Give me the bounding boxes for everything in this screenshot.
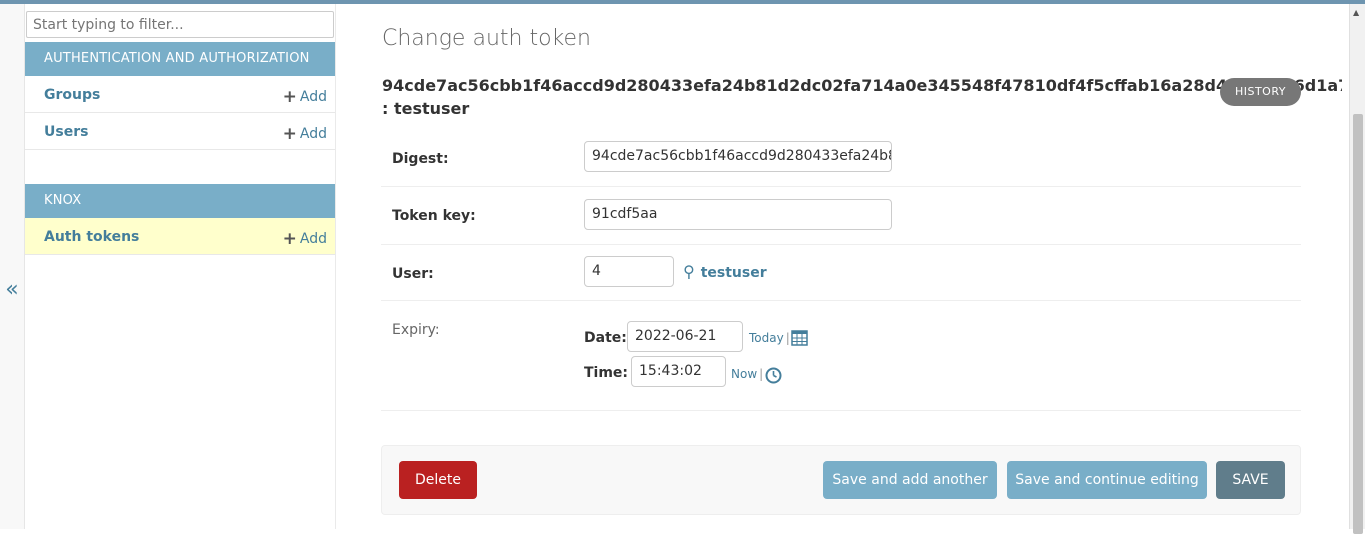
object-title: 94cde7ac56cbb1f46accd9d280433efa24b81d2d… (382, 74, 1342, 120)
sidebar-item-auth-tokens-link[interactable]: Auth tokens (44, 229, 139, 245)
page-scrollbar[interactable]: ▲ (1349, 4, 1365, 534)
scrollbar-thumb[interactable] (1353, 114, 1363, 534)
date-field[interactable]: 2022-06-21 (627, 321, 743, 352)
scroll-up-arrow-icon[interactable]: ▲ (1353, 8, 1359, 17)
submit-row: Delete Save and add another Save and con… (381, 445, 1301, 515)
nav-sidebar-toggle[interactable]: « (0, 4, 25, 529)
date-label: Date: (584, 330, 627, 346)
user-id-field[interactable]: 4 (584, 256, 674, 287)
clock-icon[interactable] (765, 367, 782, 384)
today-link[interactable]: Today (749, 331, 784, 345)
time-field[interactable]: 15:43:02 (631, 356, 726, 387)
plus-icon: + (282, 124, 297, 144)
expiry-row: Expiry: Date: 2022-06-21 Today | Time: 15… (381, 301, 1301, 411)
sidebar-item-groups-link[interactable]: Groups (44, 87, 100, 103)
digest-label: Digest: (392, 151, 449, 167)
object-repr-user: : testuser (382, 99, 470, 118)
token-key-row: Token key: 91cdf5aa (381, 187, 1301, 245)
sidebar-item-users: Users + Add (25, 113, 335, 150)
digest-row: Digest: 94cde7ac56cbb1f46accd9d280433efa… (381, 134, 1301, 187)
shortcut-separator: | (759, 367, 764, 381)
page-title: Change auth token (382, 26, 591, 51)
auth-tokens-add-link[interactable]: + Add (282, 228, 327, 249)
user-row: User: 4 ⚲ testuser (381, 245, 1301, 301)
save-and-continue-button[interactable]: Save and continue editing (1007, 461, 1207, 499)
expiry-label: Expiry: (392, 322, 440, 338)
users-add-link[interactable]: + Add (282, 123, 327, 144)
digest-field[interactable]: 94cde7ac56cbb1f46accd9d280433efa24b81 (584, 141, 892, 172)
object-repr-digest: 94cde7ac56cbb1f46accd9d280433efa24b81d2d… (382, 76, 1342, 95)
add-label[interactable]: Add (300, 89, 327, 105)
now-link[interactable]: Now (731, 367, 757, 381)
user-label: User: (392, 266, 434, 282)
save-and-add-another-button[interactable]: Save and add another (823, 461, 997, 499)
calendar-icon[interactable] (791, 329, 808, 346)
history-button[interactable]: HISTORY (1220, 78, 1301, 106)
sidebar-item-users-link[interactable]: Users (44, 124, 88, 140)
main-content: Change auth token 94cde7ac56cbb1f46accd9… (336, 4, 1365, 529)
nav-filter-input[interactable] (26, 11, 334, 38)
sidebar-item-auth-tokens: Auth tokens + Add (25, 218, 335, 255)
save-button[interactable]: SAVE (1216, 461, 1285, 499)
user-lookup-link[interactable]: ⚲ testuser (683, 262, 767, 281)
date-shortcuts: Today | (749, 331, 792, 345)
add-label[interactable]: Add (300, 231, 327, 247)
user-lookup-text[interactable]: testuser (701, 265, 767, 281)
token-key-field[interactable]: 91cdf5aa (584, 199, 892, 230)
delete-button[interactable]: Delete (399, 461, 477, 499)
time-label: Time: (584, 365, 629, 381)
nav-sidebar: AUTHENTICATION AND AUTHORIZATION Groups … (25, 4, 336, 529)
module-caption-auth[interactable]: AUTHENTICATION AND AUTHORIZATION (25, 42, 335, 76)
groups-add-link[interactable]: + Add (282, 86, 327, 107)
plus-icon: + (282, 229, 297, 249)
time-shortcuts: Now | (731, 367, 765, 381)
collapse-icon[interactable]: « (5, 277, 18, 302)
token-key-label: Token key: (392, 208, 476, 224)
sidebar-item-groups: Groups + Add (25, 76, 335, 113)
add-label[interactable]: Add (300, 126, 327, 142)
module-caption-knox[interactable]: KNOX (25, 184, 335, 218)
search-icon[interactable]: ⚲ (683, 262, 695, 281)
shortcut-separator: | (785, 331, 790, 345)
plus-icon: + (282, 87, 297, 107)
